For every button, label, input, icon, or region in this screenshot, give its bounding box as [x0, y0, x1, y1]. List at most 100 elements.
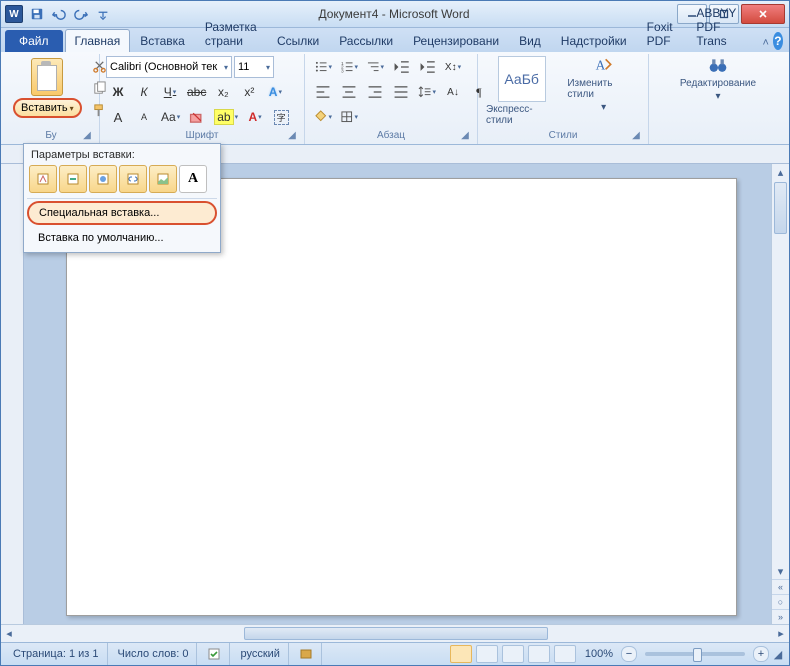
svg-text:3: 3: [341, 69, 344, 74]
browse-object-icon[interactable]: ○: [772, 594, 789, 609]
borders-icon[interactable]: ▾: [337, 106, 361, 128]
align-center-icon[interactable]: [337, 81, 361, 103]
font-size-combo[interactable]: 11▾: [234, 56, 274, 78]
scroll-up-icon[interactable]: ▴: [772, 164, 789, 180]
bold-button[interactable]: Ж: [106, 81, 130, 103]
paste-option-text-only-icon[interactable]: A: [179, 165, 207, 193]
quick-styles-label: Экспресс-стили: [486, 104, 557, 126]
help-icon[interactable]: ?: [773, 32, 783, 50]
style-preview: АаБб: [498, 56, 546, 102]
tab-page-layout[interactable]: Разметка страни: [195, 15, 267, 52]
status-proofing-icon[interactable]: [199, 643, 230, 665]
tab-mailings[interactable]: Рассылки: [329, 29, 403, 52]
ruler-toggle-icon[interactable]: [772, 145, 789, 164]
italic-button[interactable]: К: [132, 81, 156, 103]
zoom-level[interactable]: 100%: [579, 648, 619, 660]
paste-special-menu-item[interactable]: Специальная вставка...: [27, 201, 217, 225]
tab-insert[interactable]: Вставка: [130, 29, 195, 52]
line-spacing-icon[interactable]: ▾: [415, 81, 439, 103]
paste-option-picture-icon[interactable]: [149, 165, 177, 193]
change-styles-button[interactable]: A Изменить стили ▾: [565, 56, 642, 113]
horizontal-scrollbar[interactable]: ◂ ▸: [1, 624, 789, 642]
minimize-ribbon-icon[interactable]: ˄: [763, 37, 769, 49]
zoom-slider-knob[interactable]: [693, 648, 702, 662]
paste-label: Вставить: [21, 102, 68, 114]
paste-option-use-dest-icon[interactable]: [89, 165, 117, 193]
editing-button[interactable]: Редактирование ▾: [678, 56, 758, 102]
view-full-screen-icon[interactable]: [476, 645, 498, 663]
vertical-scrollbar[interactable]: ▴ ▾ « ○ »: [771, 164, 789, 624]
font-color-button[interactable]: A▾: [243, 106, 267, 128]
tab-view[interactable]: Вид: [509, 29, 551, 52]
zoom-in-button[interactable]: +: [753, 646, 769, 662]
resize-grip-icon[interactable]: ◢: [771, 648, 785, 661]
undo-icon[interactable]: [49, 4, 69, 24]
numbered-list-icon[interactable]: 123▾: [337, 56, 361, 78]
quick-styles-button[interactable]: АаБб Экспресс-стили: [484, 56, 559, 126]
paste-option-keep-source-icon[interactable]: [29, 165, 57, 193]
group-label-paragraph: Абзац◢: [311, 129, 471, 142]
view-outline-icon[interactable]: [528, 645, 550, 663]
tab-review[interactable]: Рецензировани: [403, 29, 509, 52]
asian-layout-icon[interactable]: X↕▾: [441, 56, 465, 78]
paste-split-button[interactable]: Вставить▾: [9, 56, 86, 120]
decrease-indent-icon[interactable]: [389, 56, 413, 78]
qat-customize-icon[interactable]: [93, 4, 113, 24]
dialog-launcher-icon[interactable]: ◢: [81, 130, 93, 142]
tab-abbyy[interactable]: ABBYY PDF Trans: [686, 1, 762, 52]
view-web-icon[interactable]: [502, 645, 524, 663]
strike-button[interactable]: abc: [184, 81, 209, 103]
save-icon[interactable]: [27, 4, 47, 24]
zoom-out-button[interactable]: −: [621, 646, 637, 662]
group-font: Calibri (Основной тек▾ 11▾ Ж К Ч▾ abc x₂…: [100, 54, 305, 144]
paste-option-link-icon[interactable]: [119, 165, 147, 193]
align-left-icon[interactable]: [311, 81, 335, 103]
justify-icon[interactable]: [389, 81, 413, 103]
ruler-vertical[interactable]: [1, 164, 24, 624]
change-case-button[interactable]: Aa▾: [158, 106, 183, 128]
dialog-launcher-icon[interactable]: ◢: [459, 130, 471, 142]
tab-file[interactable]: Файл: [5, 30, 63, 52]
paste-default-menu-item[interactable]: Вставка по умолчанию...: [27, 227, 217, 249]
paste-option-merge-icon[interactable]: [59, 165, 87, 193]
scroll-thumb[interactable]: [774, 182, 787, 234]
clear-format-icon[interactable]: [185, 106, 209, 128]
text-effects-button[interactable]: A▾: [263, 81, 287, 103]
highlight-button[interactable]: ab▾: [211, 106, 241, 128]
shrink-font-button[interactable]: A: [132, 106, 156, 128]
tab-references[interactable]: Ссылки: [267, 29, 329, 52]
status-macro-icon[interactable]: [291, 643, 322, 665]
status-page[interactable]: Страница: 1 из 1: [5, 643, 108, 665]
align-right-icon[interactable]: [363, 81, 387, 103]
tab-home[interactable]: Главная: [65, 29, 131, 52]
multilevel-list-icon[interactable]: ▾: [363, 56, 387, 78]
bullet-list-icon[interactable]: ▾: [311, 56, 335, 78]
tab-foxit[interactable]: Foxit PDF: [637, 15, 687, 52]
underline-button[interactable]: Ч▾: [158, 81, 182, 103]
enclose-chars-button[interactable]: 字: [269, 106, 293, 128]
next-page-icon[interactable]: »: [772, 609, 789, 624]
tab-addins[interactable]: Надстройки: [551, 29, 637, 52]
binoculars-icon: [708, 56, 728, 76]
prev-page-icon[interactable]: «: [772, 579, 789, 594]
sort-icon[interactable]: А↓: [441, 81, 465, 103]
font-name-combo[interactable]: Calibri (Основной тек▾: [106, 56, 232, 78]
zoom-slider[interactable]: [645, 652, 745, 656]
view-print-layout-icon[interactable]: [450, 645, 472, 663]
scroll-right-icon[interactable]: ▸: [773, 627, 789, 640]
dialog-launcher-icon[interactable]: ◢: [630, 130, 642, 142]
status-language[interactable]: русский: [232, 643, 288, 665]
dialog-launcher-icon[interactable]: ◢: [286, 130, 298, 142]
scroll-down-icon[interactable]: ▾: [772, 563, 789, 579]
scroll-left-icon[interactable]: ◂: [1, 627, 17, 640]
view-draft-icon[interactable]: [554, 645, 576, 663]
hscroll-thumb[interactable]: [244, 627, 548, 640]
grow-font-button[interactable]: A: [106, 106, 130, 128]
superscript-button[interactable]: x²: [237, 81, 261, 103]
increase-indent-icon[interactable]: [415, 56, 439, 78]
redo-icon[interactable]: [71, 4, 91, 24]
shading-icon[interactable]: ▾: [311, 106, 335, 128]
group-clipboard: Вставить▾ Бу◢: [3, 54, 100, 144]
subscript-button[interactable]: x₂: [211, 81, 235, 103]
status-word-count[interactable]: Число слов: 0: [110, 643, 198, 665]
